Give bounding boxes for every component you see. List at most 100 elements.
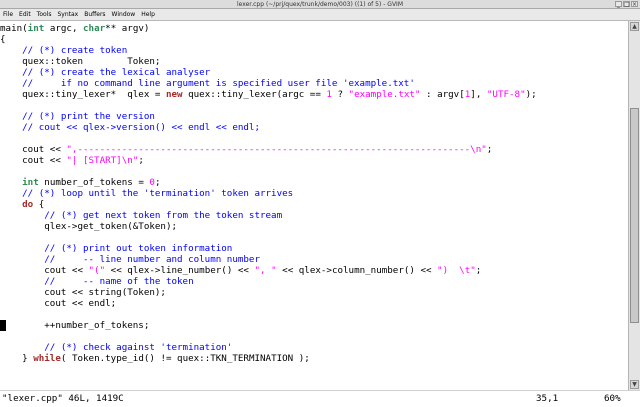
menu-bar: File Edit Tools Syntax Buffers Window He… <box>0 9 640 21</box>
code-line: // (*) print the version <box>0 111 155 122</box>
title-bar[interactable]: lexer.cpp (~/prj/quex/trunk/demo/003) ((… <box>0 0 640 9</box>
code-line: // (*) print out token information <box>0 243 232 254</box>
code-line: } while( Token.type_id() != quex::TKN_TE… <box>0 353 310 364</box>
code-line: cout << ",------------------------------… <box>0 144 492 155</box>
code-token: "| [START]\n" <box>66 155 139 166</box>
code-token: quex::tiny_lexer(argc == <box>182 89 327 100</box>
code-token: // cout << qlex->version() << endl << en… <box>0 122 260 133</box>
code-line: int number_of_tokens = 0; <box>0 177 160 188</box>
code-token: // (*) print the version <box>0 111 155 122</box>
cursor-position: 35,1 <box>536 393 559 404</box>
code-line: do { <box>0 199 44 210</box>
code-line: // cout << qlex->version() << endl << en… <box>0 122 260 133</box>
code-token: "(" <box>88 265 106 276</box>
code-token: // (*) loop until the 'termination' toke… <box>0 188 294 199</box>
code-line: // -- line number and column number <box>0 254 260 265</box>
code-token: main( <box>0 23 28 34</box>
code-token: << qlex->column_number() << <box>276 265 438 276</box>
window-title: lexer.cpp (~/prj/quex/trunk/demo/003) ((… <box>236 1 403 8</box>
code-token: char <box>83 23 106 34</box>
code-line: cout << "(" << qlex->line_number() << ",… <box>0 265 481 276</box>
code-line: quex::token Token; <box>0 56 160 67</box>
scroll-percent: 60% <box>604 393 621 404</box>
code-token: argc, <box>44 23 84 34</box>
code-token: cout << <box>0 155 67 166</box>
code-token: ",--------------------------------------… <box>66 144 487 155</box>
code-token: { <box>0 34 6 45</box>
command-line: "lexer.cpp" 46L, 1419C 35,1 60% <box>0 390 640 407</box>
code-token: ; <box>138 155 144 166</box>
close-button[interactable]: × <box>631 1 638 8</box>
code-token: // if no command line argument is specif… <box>0 78 415 89</box>
scroll-down-arrow-icon[interactable]: ▼ <box>630 380 639 389</box>
code-token: cout << endl; <box>0 298 117 309</box>
scroll-thumb[interactable] <box>630 108 639 324</box>
code-line: // if no command line argument is specif… <box>0 78 415 89</box>
code-token: // (*) get next token from the token str… <box>0 210 283 221</box>
code-line: // (*) check against 'termination' <box>0 342 232 353</box>
code-line: // (*) create token <box>0 45 127 56</box>
menu-syntax[interactable]: Syntax <box>57 9 78 20</box>
code-token: qlex->get_token(&Token); <box>0 221 178 232</box>
file-info: "lexer.cpp" 46L, 1419C <box>2 393 124 404</box>
code-token: ** argv) <box>105 23 150 34</box>
code-token: // (*) print out token information <box>0 243 233 254</box>
code-line: // (*) create the lexical analyser <box>0 67 210 78</box>
code-token: quex::tiny_lexer* qlex = <box>0 89 166 100</box>
code-line: // (*) loop until the 'termination' toke… <box>0 188 293 199</box>
code-token: ", " <box>254 265 277 276</box>
code-token: ? <box>331 89 349 100</box>
code-token: new <box>165 89 183 100</box>
menu-file[interactable]: File <box>3 9 13 20</box>
code-token: cout << <box>0 265 89 276</box>
code-line: cout << endl; <box>0 298 116 309</box>
code-line: qlex->get_token(&Token); <box>0 221 177 232</box>
editor-text-area[interactable]: main(int argc, char** argv){ // (*) crea… <box>0 21 628 390</box>
menu-window[interactable]: Window <box>112 9 136 20</box>
code-token: quex::token Token; <box>0 56 161 67</box>
code-line: // -- name of the token <box>0 276 194 287</box>
menu-edit[interactable]: Edit <box>19 9 31 20</box>
code-token: "UTF-8" <box>486 89 526 100</box>
code-line: // (*) get next token from the token str… <box>0 210 282 221</box>
code-token: number_of_tokens = <box>38 177 150 188</box>
window-controls: _ □ × <box>615 1 638 8</box>
code-line: ++number_of_tokens; <box>0 320 149 331</box>
code-token: int <box>22 177 39 188</box>
code-token: ( Token.type_id() != quex::TKN_TERMINATI… <box>60 353 310 364</box>
code-token: // (*) create token <box>0 45 128 56</box>
scroll-up-arrow-icon[interactable]: ▲ <box>630 22 639 31</box>
code-token: { <box>33 199 45 210</box>
code-token: // (*) create the lexical analyser <box>0 67 211 78</box>
maximize-button[interactable]: □ <box>623 1 630 8</box>
code-line: cout << "| [START]\n"; <box>0 155 144 166</box>
code-token: cout << string(Token); <box>0 287 166 298</box>
code-line: quex::tiny_lexer* qlex = new quex::tiny_… <box>0 89 537 100</box>
menu-tools[interactable]: Tools <box>37 9 52 20</box>
code-token: ; <box>475 265 482 276</box>
vertical-scrollbar[interactable]: ▲ ▼ <box>628 21 640 390</box>
minimize-button[interactable]: _ <box>615 1 622 8</box>
gvim-window: lexer.cpp (~/prj/quex/trunk/demo/003) ((… <box>0 0 640 407</box>
menu-help[interactable]: Help <box>141 9 155 20</box>
code-token: ; <box>154 177 161 188</box>
code-token: ], <box>470 89 487 100</box>
code-token: int <box>27 23 45 34</box>
code-token: ") \t" <box>437 265 476 276</box>
code-token: "example.txt" <box>348 89 421 100</box>
code-token: << qlex->line_number() << <box>105 265 255 276</box>
code-token: : argv[ <box>420 89 465 100</box>
code-token: // (*) check against 'termination' <box>0 342 233 353</box>
code-token: while <box>33 353 61 364</box>
code-token: ++number_of_tokens; <box>0 320 150 331</box>
code-line: cout << string(Token); <box>0 287 166 298</box>
code-token: // -- name of the token <box>0 276 194 287</box>
menu-buffers[interactable]: Buffers <box>84 9 105 20</box>
code-token: cout << <box>0 144 67 155</box>
code-line: main(int argc, char** argv) <box>0 23 149 34</box>
code-line: { <box>0 34 6 45</box>
code-token: ; <box>486 144 493 155</box>
code-token: ); <box>525 89 537 100</box>
